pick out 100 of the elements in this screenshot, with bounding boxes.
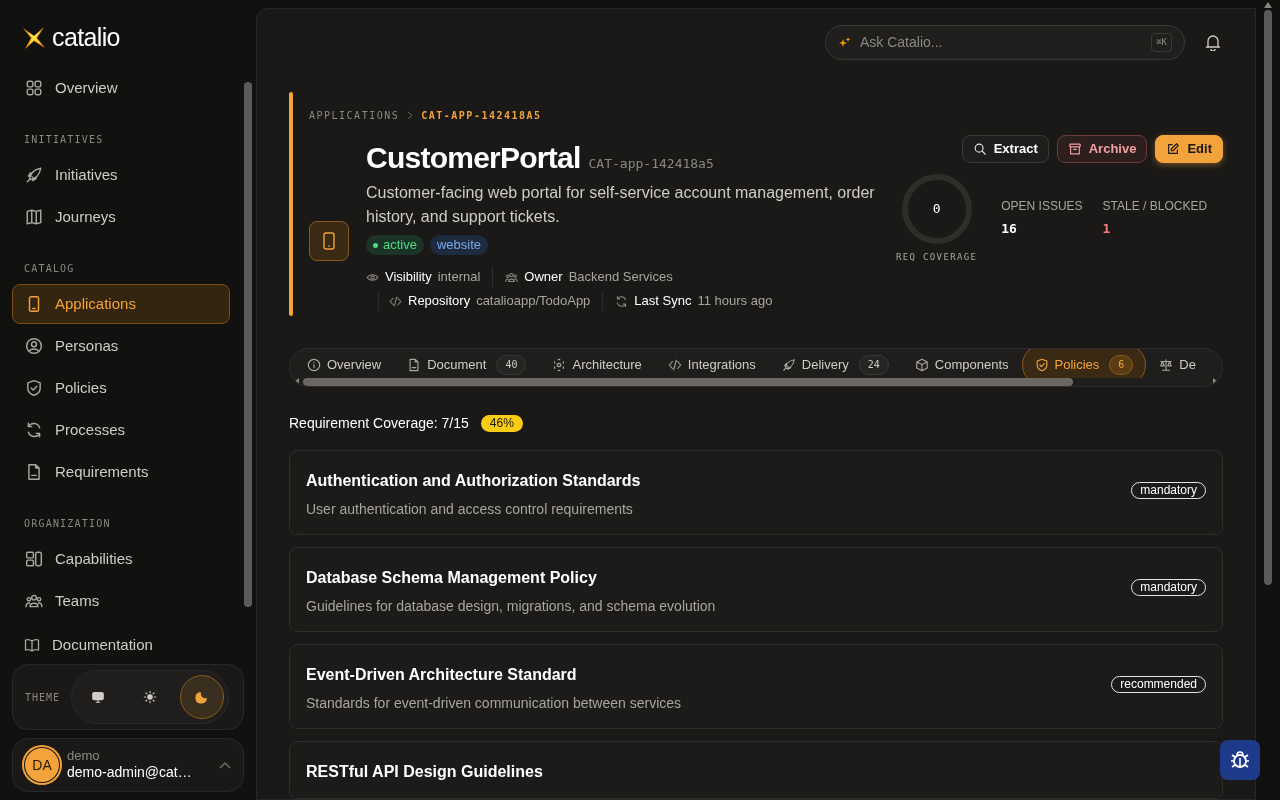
rocket-icon [781,358,796,372]
user-avatar: DA [25,748,59,782]
meta-label: Last Sync [634,292,692,311]
section-heading: CATALOG [23,262,76,276]
nav-item[interactable]: Processes [12,410,230,450]
coverage-label: REQ COVERAGE [896,251,978,264]
tab[interactable]: Overview [294,349,395,378]
shortcut-key: ⌘K [1151,32,1172,53]
cube-icon [914,358,929,372]
bug-report-button[interactable] [1220,740,1260,780]
chevron-right-icon [407,111,414,120]
meta-value: catalioapp/TodoApp [476,292,591,311]
user-menu[interactable]: DA demo demo-admin@cat… [12,738,244,792]
user-email: demo-admin@cat… [67,764,193,782]
nav-item[interactable]: Personas [12,326,230,366]
app-title: CustomerPortal [366,143,581,173]
tab[interactable]: Integrations [654,349,769,378]
nav-item[interactable]: Applications [12,284,230,324]
meta-label: Repository [408,292,471,311]
archive-icon [1067,142,1082,156]
meta-value: Backend Services [568,268,673,287]
meta-label: Owner [524,268,563,287]
policy-card[interactable]: Database Schema Management Policy Guidelines for database design, migrations, and schema evolution mandatory [289,547,1223,632]
info-icon [307,358,321,372]
extract-button[interactable]: Extract [961,135,1049,163]
meta-value: internal [437,268,481,287]
users-icon [505,270,519,284]
app-id: CAT-app-142418a5 [588,154,714,173]
coverage-value: 0 [931,200,942,219]
users-icon [25,592,43,610]
user-circle-icon [25,337,43,355]
tab[interactable]: Architecture [539,349,655,378]
document-icon [407,358,422,372]
policy-description: User authentication and access control requirements [306,500,634,519]
nav-item[interactable]: Requirements [12,452,230,492]
coverage-percent: 46% [480,415,523,432]
bug-icon [1229,749,1251,771]
scroll-up-icon[interactable] [1264,2,1272,8]
tab[interactable]: Policies 6 [1021,349,1147,378]
map-icon [25,208,43,226]
policy-description: Guidelines for database design, migrations, and schema evolution [306,597,716,616]
meta-label: Visibility [385,268,432,287]
app-description: Customer-facing web portal for self-service account management, order history, and support tickets. [366,183,876,227]
edit-button[interactable]: Edit [1155,135,1223,163]
status-tag: active [366,235,424,255]
ask-input[interactable]: Ask Catalio... [860,32,1144,53]
brand-name: catalio [52,22,120,54]
nav-item[interactable]: Capabilities [12,539,230,579]
stat-label: STALE / BLOCKED [1102,198,1208,215]
code-icon [667,358,682,372]
scrollbar[interactable] [244,82,252,607]
scrollbar[interactable] [1264,10,1272,585]
refresh-icon [615,294,629,308]
dotted-hexagon-icon [552,358,567,372]
scrollbar[interactable] [303,378,1073,386]
tab[interactable]: Components [901,349,1022,378]
edit-icon [1166,142,1181,156]
sun-icon [143,690,157,704]
shield-check-icon [1034,358,1049,372]
theme-label: THEME [25,690,61,705]
tab[interactable]: De [1146,349,1209,378]
policy-card[interactable]: Authentication and Authorization Standards User authentication and access control requirements mandatory [289,450,1223,535]
policy-card[interactable]: Event-Driven Architecture Standard Standards for event-driven communication between services recommended [289,644,1223,729]
count-badge: 24 [858,355,889,375]
stat-label: OPEN ISSUES [1001,198,1083,215]
breadcrumb-current: CAT-APP-142418A5 [421,109,542,123]
scale-icon [1159,358,1174,372]
type-tag: website [429,235,489,255]
theme-option[interactable] [180,675,224,719]
nav-item[interactable]: Teams [12,581,230,621]
ask-field[interactable]: Ask Catalio... ⌘K [825,25,1185,60]
moon-icon [195,690,209,704]
section-heading: ORGANIZATION [23,517,112,531]
logo-icon [20,24,48,52]
policy-title: Event-Driven Architecture Standard [306,665,578,685]
refresh-icon [25,421,43,439]
code-icon [389,294,402,308]
monitor-icon [91,690,105,704]
section-heading: INITIATIVES [23,133,105,147]
policy-description: Standards for event-driven communication between services [306,694,682,713]
rocket-icon [25,166,43,184]
blocks-icon [25,550,43,568]
policy-title: Authentication and Authorization Standards [306,471,641,491]
nav-item[interactable]: Policies [12,368,230,408]
count-badge: 6 [1109,355,1134,375]
nav-item[interactable]: Documentation [12,625,230,664]
archive-button[interactable]: Archive [1056,135,1148,163]
user-name: demo [67,748,101,765]
search-icon [972,142,987,156]
stat-value: 16 [1001,220,1017,238]
nav-item[interactable]: Overview [12,68,230,108]
book-icon [24,637,40,653]
bell-icon[interactable] [1205,34,1221,51]
nav-item[interactable]: Initiatives [12,155,230,195]
chevron-up-icon [219,761,231,769]
policy-card[interactable]: RESTful API Design Guidelines [289,741,1223,799]
coverage-summary: Requirement Coverage: 7/15 [289,414,469,433]
breadcrumb-link[interactable]: APPLICATIONS [309,108,400,123]
nav-item[interactable]: Journeys [12,197,230,237]
policy-title: RESTful API Design Guidelines [306,762,543,782]
